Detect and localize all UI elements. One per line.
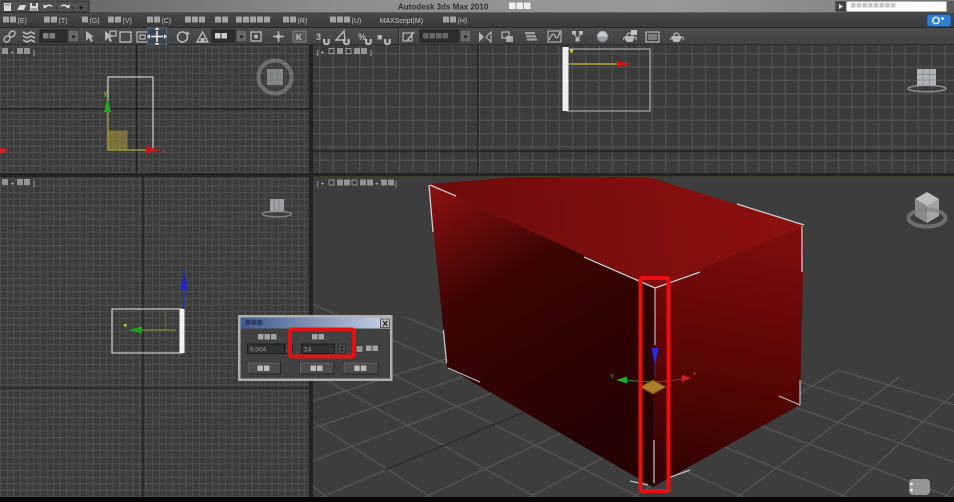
svg-text:x: x	[162, 149, 165, 155]
svg-text:y: y	[104, 91, 107, 97]
svg-text:(H): (H)	[458, 18, 468, 25]
svg-text:▼: ▼	[71, 35, 77, 41]
svg-text:K: K	[296, 33, 302, 42]
svg-text:Autodesk 3ds Max 2010: Autodesk 3ds Max 2010	[398, 3, 489, 12]
svg-text:3: 3	[316, 32, 321, 42]
svg-text:24: 24	[304, 346, 312, 353]
svg-text:y: y	[611, 373, 614, 379]
svg-text:%: %	[358, 32, 366, 42]
svg-text:+: +	[375, 181, 379, 188]
svg-text:(V): (V)	[123, 18, 132, 25]
svg-text:MAXScript(M): MAXScript(M)	[380, 18, 424, 25]
svg-text:(R): (R)	[298, 18, 308, 25]
svg-text:[ +: [ +	[317, 50, 325, 57]
svg-text:x: x	[693, 371, 696, 377]
svg-text:(T): (T)	[59, 18, 68, 25]
svg-text:[ +: [ +	[317, 181, 325, 188]
svg-text:▼: ▼	[463, 35, 469, 41]
svg-text:▼: ▼	[71, 6, 75, 11]
svg-text:]: ]	[33, 181, 35, 188]
svg-text:]: ]	[395, 181, 397, 188]
svg-text:(C): (C)	[162, 18, 172, 25]
svg-text:]: ]	[33, 50, 35, 57]
svg-text:+: +	[11, 181, 15, 188]
svg-text:▼: ▼	[55, 6, 59, 11]
svg-text:+: +	[11, 50, 15, 57]
svg-text::: :	[326, 335, 328, 342]
svg-text:0.004: 0.004	[250, 346, 267, 353]
svg-text:▼: ▼	[239, 35, 245, 41]
svg-text:]: ]	[370, 50, 372, 57]
svg-text:(G): (G)	[90, 18, 100, 25]
svg-text:▼: ▼	[78, 6, 84, 12]
svg-text:■: ■	[377, 32, 382, 42]
svg-text:(E): (E)	[18, 18, 27, 25]
svg-text::: :	[279, 335, 281, 342]
svg-text:(U): (U)	[352, 18, 362, 25]
